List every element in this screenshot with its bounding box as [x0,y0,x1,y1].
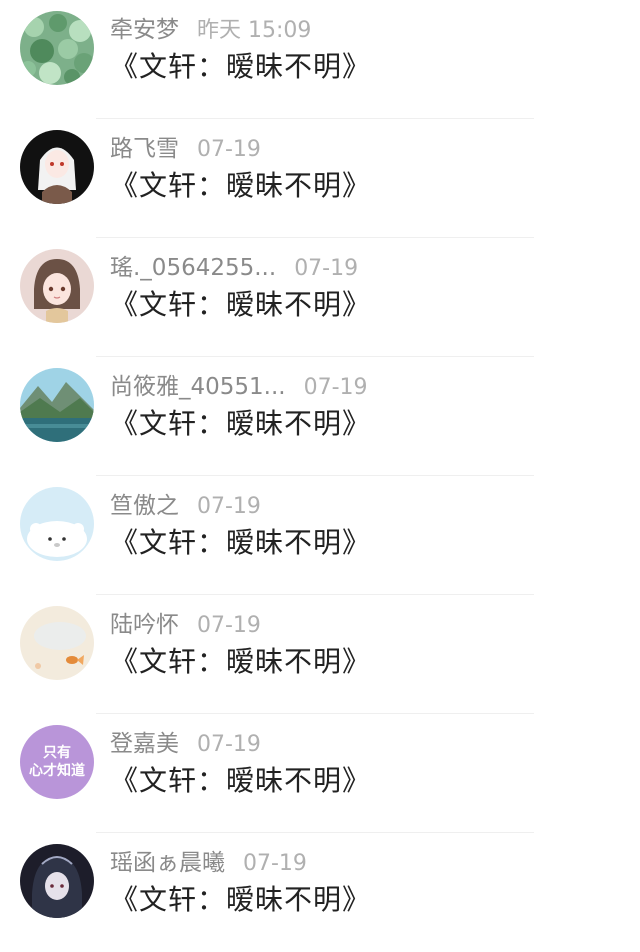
message-time: 07-19 [197,613,261,638]
contact-name: 路飞雪 07-19 [110,136,261,162]
anime-white-hair-avatar[interactable] [20,130,94,204]
contact-name: 瑤._0564255... 07-19 [110,255,359,281]
chat-item[interactable]: 笪傲之 07-19 《文轩：暧昧不明》 [0,476,640,595]
anime-dark-hood-avatar[interactable] [20,844,94,918]
last-message: 《文轩：暧昧不明》 [110,407,372,440]
text-avatar[interactable]: 只有 心才知道 [20,725,94,799]
last-message: 《文轩：暧昧不明》 [110,883,372,916]
message-time: 07-19 [294,256,359,281]
last-message: 《文轩：暧昧不明》 [110,169,372,202]
clover-leaves-avatar[interactable] [20,11,94,85]
contact-name: 笪傲之 07-19 [110,493,261,519]
contact-name: 瑶函ぁ晨曦 07-19 [110,850,307,876]
chat-item[interactable]: 只有 心才知道 登嘉美 07-19 《文轩：暧昧不明》 [0,714,640,833]
chat-item[interactable]: 牵安梦 昨天 15:09 《文轩：暧昧不明》 [0,0,640,119]
contact-name: 陆吟怀 07-19 [110,612,261,638]
white-bear-avatar[interactable] [20,487,94,561]
lake-landscape-avatar[interactable] [20,368,94,442]
chat-item[interactable]: 陆吟怀 07-19 《文轩：暧昧不明》 [0,595,640,714]
chat-list: 牵安梦 昨天 15:09 《文轩：暧昧不明》 路飞雪 07-19 《文轩：暧昧不明》 [0,0,640,952]
message-time: 07-19 [243,851,307,876]
contact-name: 登嘉美 07-19 [110,731,261,757]
message-time: 07-19 [197,137,261,162]
message-time: 07-19 [303,375,368,400]
last-message: 《文轩：暧昧不明》 [110,645,372,678]
chat-item[interactable]: 瑶函ぁ晨曦 07-19 《文轩：暧昧不明》 [0,833,640,952]
message-time: 昨天 15:09 [197,18,312,43]
chat-item[interactable]: 路飞雪 07-19 《文轩：暧昧不明》 [0,119,640,238]
anime-girl-avatar[interactable] [20,249,94,323]
message-time: 07-19 [197,732,261,757]
last-message: 《文轩：暧昧不明》 [110,764,372,797]
avatar-text: 只有 心才知道 [29,745,85,779]
message-time: 07-19 [197,494,261,519]
contact-name: 牵安梦 昨天 15:09 [110,17,312,43]
chat-item[interactable]: 瑤._0564255... 07-19 《文轩：暧昧不明》 [0,238,640,357]
last-message: 《文轩：暧昧不明》 [110,526,372,559]
goldfish-pastel-avatar[interactable] [20,606,94,680]
contact-name: 尚筱雅_40551... 07-19 [110,374,368,400]
last-message: 《文轩：暧昧不明》 [110,50,372,83]
chat-item[interactable]: 尚筱雅_40551... 07-19 《文轩：暧昧不明》 [0,357,640,476]
last-message: 《文轩：暧昧不明》 [110,288,372,321]
